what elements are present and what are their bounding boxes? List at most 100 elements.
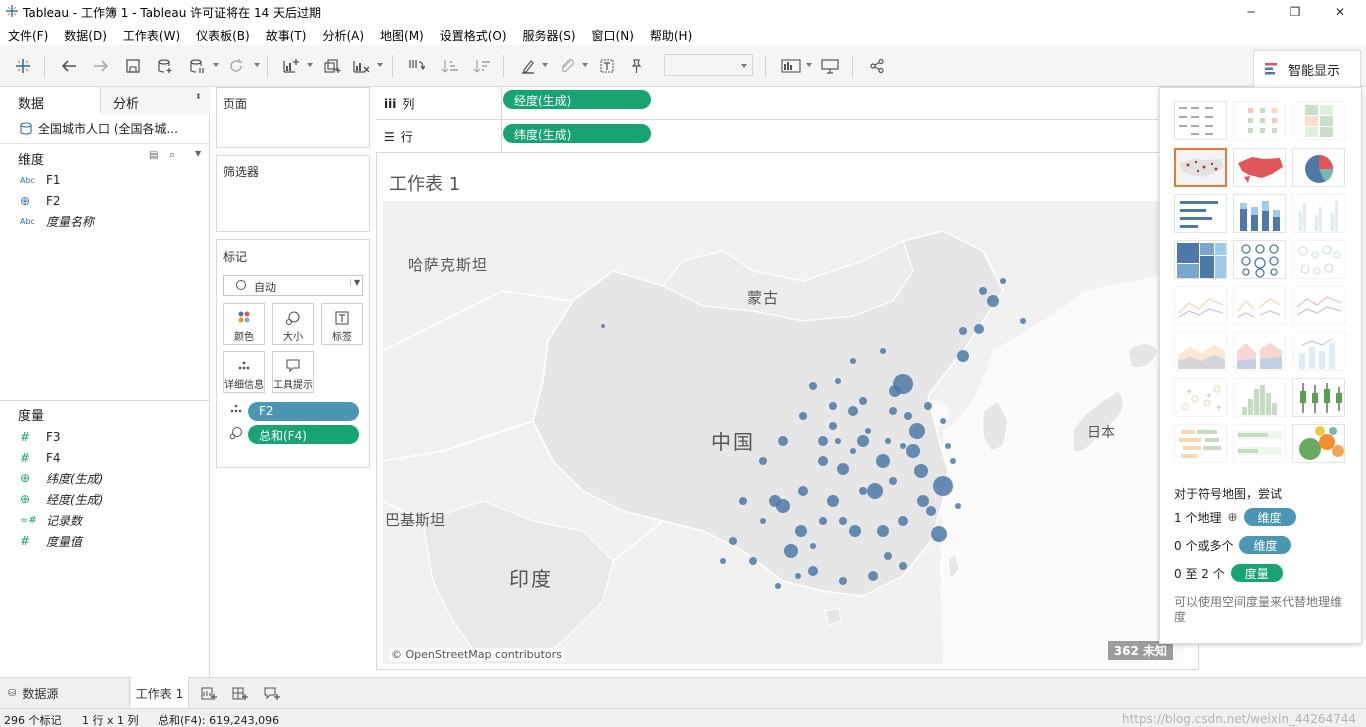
city-mark[interactable]: [818, 456, 828, 466]
show-labels-icon[interactable]: [595, 54, 619, 78]
swap-rows-columns-icon[interactable]: [404, 54, 428, 78]
chart-pie[interactable]: [1292, 148, 1345, 187]
city-mark[interactable]: [808, 566, 818, 576]
city-mark[interactable]: [809, 382, 817, 390]
tab-data[interactable]: 数据: [0, 87, 101, 114]
city-mark[interactable]: [795, 525, 807, 537]
city-mark[interactable]: [940, 418, 946, 424]
city-mark[interactable]: [839, 517, 847, 525]
chart-histogram[interactable]: [1233, 378, 1286, 417]
chart-lines-discrete[interactable]: [1233, 286, 1286, 325]
city-mark[interactable]: [859, 487, 867, 495]
chart-stacked-bars[interactable]: [1233, 194, 1286, 233]
highlight-dropdown-icon[interactable]: [542, 63, 548, 67]
new-datasource-icon[interactable]: [153, 54, 177, 78]
columns-shelf[interactable]: iii 列 经度(生成): [376, 87, 1158, 120]
map-attribution[interactable]: © OpenStreetMap contributors: [389, 648, 564, 661]
maximize-button[interactable]: ❐: [1272, 0, 1318, 23]
city-mark[interactable]: [857, 435, 869, 447]
close-button[interactable]: ✕: [1317, 0, 1363, 23]
city-mark[interactable]: [924, 402, 932, 410]
chart-highlight-table[interactable]: [1292, 101, 1345, 140]
label-button[interactable]: 标签: [321, 303, 363, 345]
fix-axes-icon[interactable]: [624, 54, 648, 78]
color-button[interactable]: 颜色: [223, 303, 265, 345]
new-story-tab-icon[interactable]: [261, 678, 283, 709]
symbol-map[interactable]: 哈萨克斯坦 蒙古 中国 日本 巴基斯坦 印度 © OpenStreetMap c…: [383, 201, 1183, 664]
size-button[interactable]: 大小: [272, 303, 314, 345]
city-mark[interactable]: [898, 516, 908, 526]
city-mark[interactable]: [799, 412, 807, 420]
chart-side-by-side-bars[interactable]: [1292, 194, 1345, 233]
detail-button[interactable]: 详细信息: [223, 351, 265, 393]
city-mark[interactable]: [945, 443, 951, 449]
city-mark[interactable]: [837, 463, 849, 475]
datasource-item[interactable]: 全国城市人口 (全国各城...: [20, 120, 178, 137]
menu-story[interactable]: 故事(T): [261, 23, 312, 45]
city-mark[interactable]: [931, 526, 947, 542]
menu-data[interactable]: 数据(D): [59, 23, 112, 45]
menu-analysis[interactable]: 分析(A): [317, 23, 369, 45]
city-mark[interactable]: [877, 525, 889, 537]
city-mark[interactable]: [850, 358, 856, 364]
city-mark[interactable]: [749, 557, 757, 565]
city-mark[interactable]: [827, 495, 839, 507]
menu-file[interactable]: 文件(F): [3, 23, 53, 45]
show-cards-icon[interactable]: [779, 54, 803, 78]
city-mark[interactable]: [810, 543, 816, 549]
city-mark[interactable]: [778, 436, 788, 446]
marks-pill-f2[interactable]: F2: [248, 402, 359, 421]
city-mark[interactable]: [885, 438, 891, 444]
city-mark[interactable]: [759, 457, 767, 465]
chart-dual-lines[interactable]: [1292, 286, 1345, 325]
city-mark[interactable]: [987, 295, 999, 307]
city-mark[interactable]: [917, 495, 929, 507]
chart-side-by-side-circles[interactable]: [1292, 240, 1345, 279]
city-mark[interactable]: [906, 444, 920, 458]
show-me-button[interactable]: 智能显示: [1253, 50, 1361, 87]
city-mark[interactable]: [819, 517, 827, 525]
show-cards-dropdown-icon[interactable]: [806, 63, 812, 67]
city-mark[interactable]: [795, 573, 801, 579]
city-mark[interactable]: [839, 577, 847, 585]
mark-type-select[interactable]: 自动 ▼: [223, 275, 363, 296]
rows-pill-latitude[interactable]: 纬度(生成): [503, 124, 651, 143]
clear-sheet-icon[interactable]: [349, 54, 373, 78]
new-worksheet-icon[interactable]: [279, 54, 303, 78]
chart-bullet[interactable]: [1233, 424, 1286, 463]
measure-field[interactable]: =# 记录数: [20, 511, 82, 529]
dimension-field[interactable]: Abc F1: [20, 171, 61, 189]
group-dropdown-icon[interactable]: [582, 63, 588, 67]
highlight-icon[interactable]: [516, 54, 540, 78]
city-mark[interactable]: [775, 583, 781, 589]
city-mark[interactable]: [974, 324, 984, 334]
measure-field[interactable]: # F3: [20, 428, 61, 446]
city-mark[interactable]: [950, 458, 956, 464]
rows-shelf[interactable]: ☰ 行 纬度(生成): [376, 120, 1158, 153]
chart-filled-map[interactable]: [1233, 148, 1286, 187]
city-mark[interactable]: [926, 506, 936, 516]
presentation-mode-icon[interactable]: [818, 54, 842, 78]
chart-scatter[interactable]: [1174, 378, 1227, 417]
chart-text-table[interactable]: [1174, 101, 1227, 140]
new-worksheet-tab-icon[interactable]: [198, 678, 220, 709]
fit-dropdown[interactable]: [664, 54, 753, 76]
chart-area-discrete[interactable]: [1233, 332, 1286, 371]
city-mark[interactable]: [959, 327, 967, 335]
tab-sheet-1[interactable]: 工作表 1: [131, 677, 189, 709]
city-mark[interactable]: [889, 477, 897, 485]
city-mark[interactable]: [865, 428, 871, 434]
clear-sheet-dropdown-icon[interactable]: [377, 63, 383, 67]
pause-updates-dropdown-icon[interactable]: [213, 63, 219, 67]
menu-window[interactable]: 窗口(N): [587, 23, 639, 45]
city-mark[interactable]: [859, 397, 867, 405]
chart-treemap[interactable]: [1174, 240, 1227, 279]
city-mark[interactable]: [933, 476, 953, 496]
chart-lines-continuous[interactable]: [1174, 286, 1227, 325]
city-mark[interactable]: [889, 407, 897, 415]
city-mark[interactable]: [979, 287, 987, 295]
city-mark[interactable]: [884, 552, 892, 560]
city-mark[interactable]: [818, 436, 828, 446]
city-mark[interactable]: [720, 558, 726, 564]
city-mark[interactable]: [798, 486, 808, 496]
